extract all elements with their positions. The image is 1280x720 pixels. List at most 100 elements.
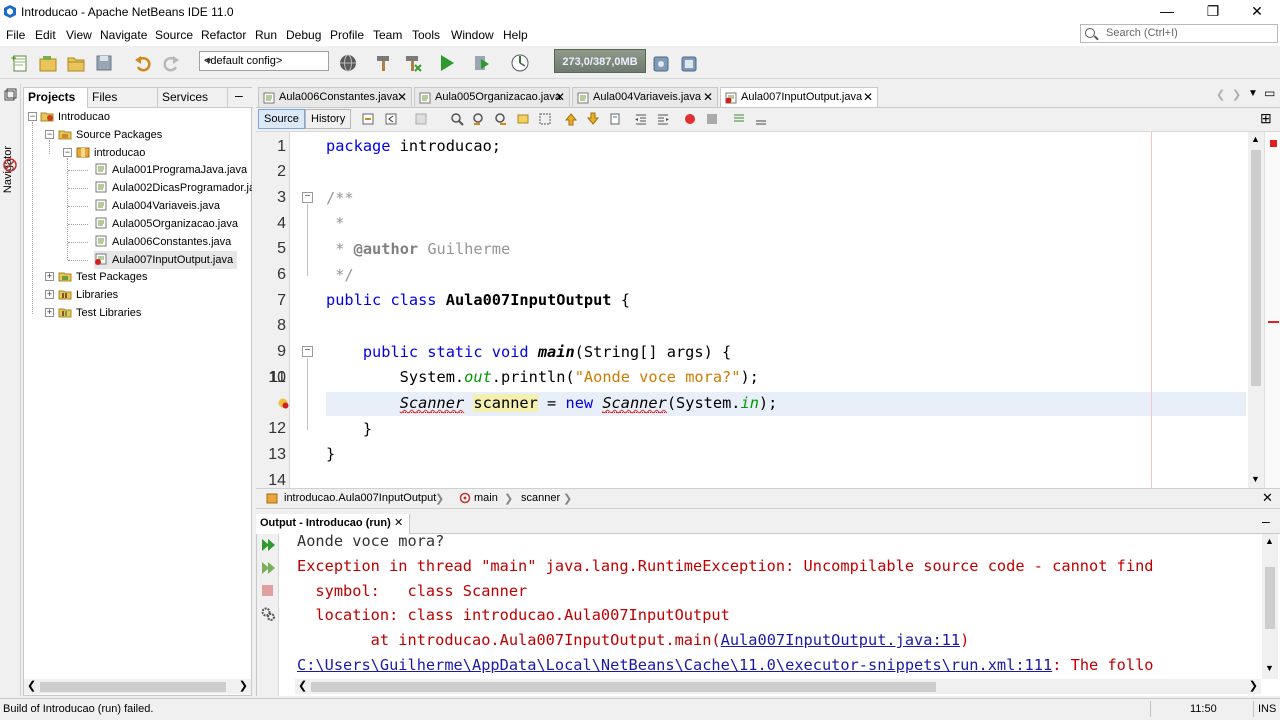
forward-icon[interactable] xyxy=(414,112,428,126)
scroll-thumb[interactable] xyxy=(1251,150,1261,386)
close-tab-icon[interactable]: ✕ xyxy=(863,88,873,107)
stacktrace-link[interactable]: Aula007InputOutput.java:11 xyxy=(721,631,960,649)
minimize-button[interactable]: — xyxy=(1144,0,1190,24)
tree-project[interactable]: Introducao xyxy=(40,108,110,126)
editor-vscrollbar[interactable]: ▲ ▼ xyxy=(1248,132,1264,488)
save-all-icon[interactable] xyxy=(94,53,114,73)
start-macro-icon[interactable] xyxy=(683,112,697,126)
config-dropdown[interactable]: <default config> ▼ xyxy=(199,51,329,71)
tab-projects[interactable]: Projects xyxy=(24,88,88,108)
scroll-thumb[interactable] xyxy=(311,682,936,692)
new-file-icon[interactable]: + xyxy=(10,53,30,73)
rerun-icon[interactable] xyxy=(260,537,276,553)
restore-window-icon[interactable] xyxy=(4,88,17,101)
error-marker[interactable] xyxy=(1268,321,1279,323)
menu-file[interactable]: File xyxy=(6,28,25,42)
settings-icon[interactable] xyxy=(260,606,276,622)
close-breadcrumb-icon[interactable]: ✕ xyxy=(1262,490,1273,506)
last-edit-icon[interactable] xyxy=(361,112,375,126)
undo-icon[interactable] xyxy=(133,53,153,73)
tree-file[interactable]: Aula004Variaveis.java xyxy=(94,197,220,215)
close-window-button[interactable]: ✕ xyxy=(1234,0,1280,24)
code-editor[interactable]: 1 2 3 4 5 6 7 8 9 10 12 13 14 − − packag… xyxy=(256,132,1280,488)
tab-files[interactable]: Files xyxy=(88,88,158,108)
error-bulb-icon[interactable] xyxy=(278,398,289,409)
scroll-thumb[interactable] xyxy=(1265,567,1275,629)
menu-view[interactable]: View xyxy=(66,28,92,42)
debug-icon[interactable] xyxy=(472,53,492,73)
scroll-right-icon[interactable]: ❯ xyxy=(1249,679,1258,692)
menu-team[interactable]: Team xyxy=(373,28,402,42)
history-mode-button[interactable]: History xyxy=(305,109,352,129)
error-stripe[interactable] xyxy=(1264,132,1280,488)
scroll-down-icon[interactable]: ▼ xyxy=(1265,663,1274,673)
scroll-right-icon[interactable]: ❯ xyxy=(239,679,248,692)
scroll-up-icon[interactable]: ▲ xyxy=(1251,134,1260,144)
output-vscrollbar[interactable]: ▲ ▼ xyxy=(1262,534,1278,679)
minimize-panel-button[interactable]: – xyxy=(235,87,243,103)
tree-file[interactable]: Aula006Constantes.java xyxy=(94,233,231,251)
menu-run[interactable]: Run xyxy=(255,28,277,42)
tab-aula007-active[interactable]: Aula007InputOutput.java ✕ xyxy=(720,87,878,107)
split-editor-icon[interactable]: ⊞ xyxy=(1260,110,1272,127)
menu-refactor[interactable]: Refactor xyxy=(201,28,246,42)
uncomment-icon[interactable] xyxy=(754,112,768,126)
scroll-tabs-left-icon[interactable]: ❮ xyxy=(1216,88,1225,101)
menu-window[interactable]: Window xyxy=(451,28,494,42)
minimize-output-icon[interactable]: – xyxy=(1262,513,1270,529)
output-hscrollbar[interactable]: ❮ ❯ xyxy=(295,679,1261,694)
prev-bookmark-icon[interactable] xyxy=(564,112,578,126)
toggle-highlight-icon[interactable] xyxy=(516,112,530,126)
output-console[interactable]: Aonde voce mora? Exception in thread "ma… xyxy=(256,532,1280,696)
find-next-icon[interactable] xyxy=(494,112,508,126)
menu-debug[interactable]: Debug xyxy=(286,28,321,42)
breadcrumb-variable[interactable]: scanner xyxy=(521,492,560,504)
maximize-editor-icon[interactable]: ▭ xyxy=(1264,86,1275,100)
comment-icon[interactable] xyxy=(732,112,746,126)
output-tab[interactable]: Output - Introducao (run) ✕ xyxy=(256,514,410,534)
open-project-icon[interactable] xyxy=(66,53,86,73)
menu-help[interactable]: Help xyxy=(503,28,528,42)
fold-toggle[interactable]: − xyxy=(302,192,313,203)
find-icon[interactable] xyxy=(450,112,464,126)
menu-edit[interactable]: Edit xyxy=(35,28,56,42)
menu-tools[interactable]: Tools xyxy=(412,28,440,42)
file-link[interactable]: C:\Users\Guilherme\AppData\Local\NetBean… xyxy=(297,656,1052,674)
find-previous-icon[interactable] xyxy=(472,112,486,126)
scroll-up-icon[interactable]: ▲ xyxy=(1265,536,1274,546)
tree-file[interactable]: Aula002DicasProgramador.java xyxy=(94,179,252,197)
rerun-params-icon[interactable] xyxy=(260,560,276,576)
close-tab-icon[interactable]: ✕ xyxy=(397,88,407,107)
tree-file-selected[interactable]: Aula007InputOutput.java xyxy=(94,251,238,269)
build-hammer-icon[interactable] xyxy=(374,53,394,73)
gc-icon[interactable] xyxy=(651,53,671,73)
scroll-left-icon[interactable]: ❮ xyxy=(27,679,36,692)
menu-profile[interactable]: Profile xyxy=(330,28,364,42)
scroll-down-icon[interactable]: ▼ xyxy=(1251,474,1260,484)
fold-toggle[interactable]: − xyxy=(302,346,313,357)
maximize-button[interactable]: ❐ xyxy=(1190,0,1236,24)
tab-aula006[interactable]: Aula006Constantes.java ✕ xyxy=(258,87,412,107)
menu-navigate[interactable]: Navigate xyxy=(100,28,147,42)
tab-services[interactable]: Services xyxy=(158,88,228,108)
expand-toggle[interactable]: + xyxy=(45,272,54,281)
expand-toggle[interactable]: − xyxy=(63,148,72,157)
tasks-icon[interactable] xyxy=(3,158,17,172)
tab-aula005[interactable]: Aula005Organizacao.java ✕ xyxy=(414,87,570,107)
back-icon[interactable] xyxy=(384,112,398,126)
expand-toggle[interactable]: − xyxy=(45,130,54,139)
tree-source-packages[interactable]: Source Packages xyxy=(58,126,162,144)
expand-toggle[interactable]: − xyxy=(28,112,37,121)
scroll-tabs-right-icon[interactable]: ❯ xyxy=(1232,88,1241,101)
next-bookmark-icon[interactable] xyxy=(586,112,600,126)
scroll-left-icon[interactable]: ❮ xyxy=(298,679,307,692)
shift-left-icon[interactable] xyxy=(634,112,648,126)
close-tab-icon[interactable]: ✕ xyxy=(555,88,565,107)
tree-test-packages[interactable]: Test Packages xyxy=(58,268,148,286)
insert-mode[interactable]: INS xyxy=(1258,703,1276,715)
rect-selection-icon[interactable] xyxy=(538,112,552,126)
scroll-thumb[interactable] xyxy=(40,682,226,692)
tree-test-libraries[interactable]: Test Libraries xyxy=(58,304,141,322)
tree-file[interactable]: Aula005Organizacao.java xyxy=(94,215,238,233)
globe-icon[interactable] xyxy=(338,53,358,73)
